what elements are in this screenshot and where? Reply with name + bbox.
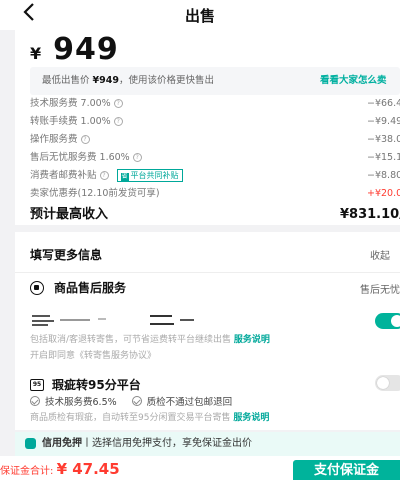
flaw-service-info-link[interactable]: 服务说明 — [233, 413, 269, 423]
after-sales-desc: 包括取消/客退转寄售，可节省运费转平台继续出售 服务说明 — [30, 332, 400, 345]
bottom-bar: 保证金合计: ¥ 47.45 支付保证金 — [0, 456, 400, 480]
credit-banner[interactable]: 信用免押丨选择信用免押支付，享免保证金出价 — [15, 432, 400, 456]
credit-title: 信用免押 — [42, 438, 82, 449]
fee-amount: −¥15.18 — [367, 152, 400, 163]
more-info-card: 填写更多信息 收起 商品售后服务 售后无忧 包括取消/客退转寄售，可节省运费转平… — [15, 232, 400, 430]
credit-text: 丨选择信用免押支付，享免保证金出价 — [82, 438, 252, 449]
hint-prefix: 最低出售价 — [42, 75, 93, 86]
help-icon[interactable]: ? — [113, 117, 123, 126]
deposit-value: ¥ 47.45 — [56, 460, 120, 478]
subsidy-tag: 省平台共同补贴 — [116, 169, 183, 182]
help-icon[interactable]: ? — [132, 153, 142, 162]
help-icon[interactable]: ? — [80, 135, 90, 144]
lowest-price-hint: 最低出售价 ¥949，使用该价格更快售出 看看大家怎么卖 — [30, 67, 400, 95]
see-others-link[interactable]: 看看大家怎么卖 — [320, 67, 387, 95]
collapse-button[interactable]: 收起 — [370, 247, 390, 262]
flaw-platform-options: 技术服务费6.5% 质检不通过包邮退回 — [30, 394, 247, 408]
help-icon[interactable]: ? — [99, 171, 109, 180]
deposit-label: 保证金合计: — [0, 466, 57, 477]
fee-row: 消费者邮费补贴? 省平台共同补贴 −¥8.80 — [30, 167, 400, 185]
credit-shield-icon — [25, 437, 36, 449]
option-label: 技术服务费6.5% — [45, 397, 117, 408]
fee-row: 转账手续费 1.00%? −¥9.49 — [30, 113, 400, 131]
help-icon[interactable]: ? — [113, 99, 123, 108]
divider — [15, 272, 400, 273]
check-circle-icon — [30, 396, 40, 406]
income-value: ¥831.10/件 — [340, 207, 400, 222]
fee-label: 技术服务费 7.00% — [30, 98, 111, 109]
flaw-platform-desc: 商品质检有瑕疵，自动转至95分闲置交易平台寄售 服务说明 — [30, 410, 269, 423]
fee-label: 操作服务费 — [30, 134, 78, 145]
option-item: 技术服务费6.5% — [30, 394, 117, 408]
fee-amount: −¥9.49 — [367, 116, 400, 127]
fee-label: 售后无忧服务费 1.60% — [30, 152, 130, 163]
fee-list: 技术服务费 7.00%? −¥66.43 转账手续费 1.00%? −¥9.49… — [30, 95, 400, 203]
after-sales-option[interactable]: 售后无忧 — [360, 281, 400, 296]
fee-label: 消费者邮费补贴 — [30, 170, 97, 181]
hint-lowest-price: ¥949 — [92, 75, 119, 86]
flaw-platform-title: 95 瑕疵转95分平台 — [30, 376, 141, 393]
check-circle-icon — [131, 396, 142, 406]
flaw-platform-desc-text: 商品质检有瑕疵，自动转至95分闲置交易平台寄售 — [30, 413, 234, 423]
fee-row: 售后无忧服务费 1.60%? −¥15.18 — [30, 149, 400, 167]
fee-amount: −¥66.43 — [367, 98, 400, 109]
after-sales-toggle[interactable] — [375, 313, 400, 329]
more-info-title: 填写更多信息 — [30, 248, 103, 262]
price-card: ¥ 949 最低出售价 ¥949，使用该价格更快售出 看看大家怎么卖 技术服务费… — [15, 30, 400, 225]
top-bar: 出售 — [0, 0, 400, 30]
subsidy-tag-label: 平台共同补贴 — [130, 171, 179, 180]
flaw-platform-label: 瑕疵转95分平台 — [52, 378, 141, 392]
page-title: 出售 — [184, 7, 215, 25]
fee-amount: −¥38.00 — [367, 134, 400, 145]
after-sales-label: 商品售后服务 — [54, 281, 127, 295]
expected-income: 预计最高收入 ¥831.10/件 — [30, 203, 400, 222]
price-value[interactable]: 949 — [53, 32, 119, 67]
fee-label: 转账手续费 1.00% — [30, 116, 111, 127]
subsidy-tag-icon: 省 — [120, 173, 129, 181]
after-sales-desc-text: 包括取消/客退转寄售，可节省运费转平台继续出售 — [30, 335, 234, 345]
after-sales-title: 商品售后服务 — [30, 279, 126, 296]
currency-symbol: ¥ — [30, 44, 42, 63]
fee-label: 卖家优惠券(12.10前发货可享) — [30, 188, 160, 199]
deposit-total: 保证金合计: ¥ 47.45 — [0, 460, 120, 478]
hint-suffix: ，使用该价格更快售出 — [118, 75, 214, 86]
service-info-link[interactable]: 服务说明 — [234, 335, 270, 345]
platform-95-icon: 95 — [30, 378, 44, 391]
flaw-platform-toggle[interactable] — [375, 375, 400, 391]
agreement-text[interactable]: 开启即同意《转寄售服务协议》 — [30, 348, 156, 361]
service-logo-image — [32, 315, 194, 326]
price-input[interactable]: ¥ 949 — [30, 32, 119, 67]
option-label: 质检不通过包邮退回 — [146, 397, 233, 408]
income-label: 预计最高收入 — [30, 207, 109, 222]
option-item: 质检不通过包邮退回 — [131, 394, 233, 408]
fee-row: 卖家优惠券(12.10前发货可享) +¥20.00 — [30, 185, 400, 203]
pay-deposit-button[interactable]: 支付保证金 — [293, 460, 400, 480]
service-shield-icon — [30, 280, 44, 295]
fee-row: 操作服务费? −¥38.00 — [30, 131, 400, 149]
fee-row: 技术服务费 7.00%? −¥66.43 — [30, 95, 400, 113]
fee-amount: −¥8.80 — [367, 170, 400, 181]
coupon-amount: +¥20.00 — [367, 188, 400, 199]
